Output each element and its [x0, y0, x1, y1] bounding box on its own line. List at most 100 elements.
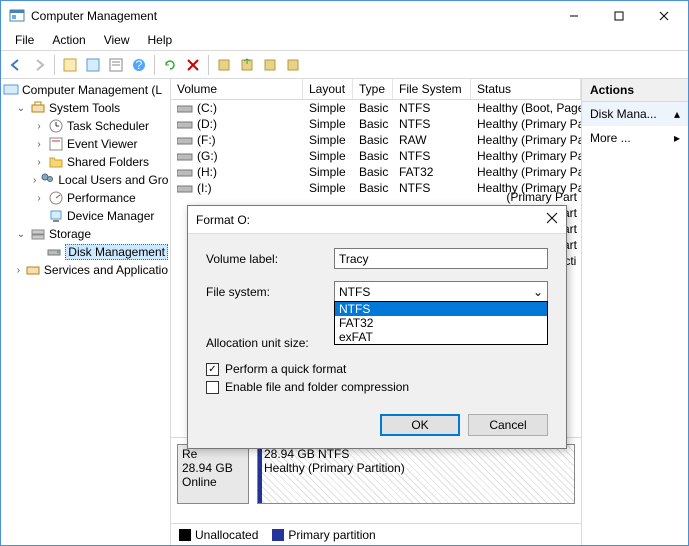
graphical-view[interactable]: Re 28.94 GB Online 28.94 GB NTFS Healthy…	[171, 437, 581, 523]
expand-icon[interactable]: ›	[33, 157, 45, 168]
actions-more[interactable]: More ...▸	[582, 126, 688, 150]
dialog-title: Format O:	[196, 213, 250, 227]
legend: Unallocated Primary partition	[171, 523, 581, 545]
disk-state: Online	[182, 475, 244, 489]
expand-icon[interactable]: ›	[33, 193, 45, 204]
tree-device-manager[interactable]: Device Manager	[1, 207, 170, 225]
toolbar: ?	[1, 51, 688, 79]
nav-tree[interactable]: Computer Management (L ⌄ System Tools ›T…	[1, 79, 171, 545]
back-button[interactable]	[5, 54, 27, 76]
help-button[interactable]: ?	[128, 54, 150, 76]
up-button[interactable]	[59, 54, 81, 76]
ok-button[interactable]: OK	[380, 414, 460, 436]
partition-state: Healthy (Primary Partition)	[264, 461, 568, 475]
menu-file[interactable]: File	[7, 31, 42, 50]
label-allocation: Allocation unit size:	[206, 336, 334, 350]
collapse-icon[interactable]: ⌄	[15, 103, 27, 114]
tree-root[interactable]: Computer Management (L	[1, 81, 170, 99]
folder-icon	[48, 154, 64, 170]
event-icon	[48, 136, 64, 152]
col-layout[interactable]: Layout	[303, 79, 353, 99]
forward-button[interactable]	[28, 54, 50, 76]
tree-task-scheduler[interactable]: ›Task Scheduler	[1, 117, 170, 135]
expand-icon[interactable]: ›	[15, 265, 22, 276]
users-icon	[39, 172, 55, 188]
expand-icon[interactable]: ›	[33, 121, 45, 132]
fs-option-fat32[interactable]: FAT32	[335, 316, 547, 330]
tool-button-1[interactable]	[213, 54, 235, 76]
table-row[interactable]: (F:)SimpleBasicRAWHealthy (Primary Part	[171, 132, 581, 148]
menu-view[interactable]: View	[96, 31, 138, 50]
menu-help[interactable]: Help	[140, 31, 181, 50]
disk-icon	[46, 244, 62, 260]
tree-services[interactable]: ›Services and Applicatio	[1, 261, 170, 279]
svg-text:?: ?	[136, 58, 143, 72]
app-icon	[9, 8, 25, 24]
tree-performance[interactable]: ›Performance	[1, 189, 170, 207]
properties-button[interactable]	[105, 54, 127, 76]
status-text: (Primary Part	[506, 189, 577, 205]
list-header[interactable]: Volume Layout Type File System Status	[171, 79, 581, 100]
fs-option-ntfs[interactable]: NTFS	[335, 302, 547, 316]
tool-button-4[interactable]	[282, 54, 304, 76]
actions-pane: Actions Disk Mana...▴ More ...▸	[582, 79, 688, 545]
device-icon	[48, 208, 64, 224]
checkbox-unchecked-icon	[206, 381, 219, 394]
fs-option-exfat[interactable]: exFAT	[335, 330, 547, 344]
view-button[interactable]	[82, 54, 104, 76]
col-status[interactable]: Status	[471, 79, 581, 99]
quick-format-checkbox[interactable]: ✓ Perform a quick format	[206, 362, 548, 376]
col-volume[interactable]: Volume	[171, 79, 303, 99]
legend-primary: Primary partition	[272, 528, 375, 542]
disk-label: Re	[182, 447, 244, 461]
filesystem-dropdown[interactable]: NTFS FAT32 exFAT	[334, 301, 548, 345]
compression-checkbox[interactable]: Enable file and folder compression	[206, 380, 548, 394]
cancel-button[interactable]: Cancel	[468, 414, 548, 436]
computer-icon	[3, 82, 19, 98]
tools-icon	[30, 100, 46, 116]
table-row[interactable]: (G:)SimpleBasicNTFSHealthy (Primary Part	[171, 148, 581, 164]
actions-disk-management[interactable]: Disk Mana...▴	[582, 102, 688, 126]
table-row[interactable]: (H:)SimpleBasicFAT32Healthy (Primary Par…	[171, 164, 581, 180]
tree-disk-management[interactable]: Disk Management	[1, 243, 170, 261]
services-icon	[25, 262, 41, 278]
close-button[interactable]	[641, 2, 686, 31]
title-bar: Computer Management	[1, 1, 688, 31]
dialog-close-button[interactable]	[546, 212, 558, 227]
checkbox-checked-icon: ✓	[206, 363, 219, 376]
partition-size: 28.94 GB NTFS	[264, 447, 568, 461]
clock-icon	[48, 118, 64, 134]
menu-action[interactable]: Action	[44, 31, 93, 50]
tool-button-3[interactable]	[259, 54, 281, 76]
collapse-icon: ▴	[674, 107, 680, 121]
refresh-button[interactable]	[159, 54, 181, 76]
delete-button[interactable]	[182, 54, 204, 76]
minimize-button[interactable]	[551, 2, 596, 31]
tree-shared-folders[interactable]: ›Shared Folders	[1, 153, 170, 171]
disk-info-box[interactable]: Re 28.94 GB Online	[177, 444, 249, 504]
table-row[interactable]: (D:)SimpleBasicNTFSHealthy (Primary Part	[171, 116, 581, 132]
tool-button-2[interactable]	[236, 54, 258, 76]
storage-icon	[30, 226, 46, 242]
col-filesystem[interactable]: File System	[393, 79, 471, 99]
format-dialog: Format O: Volume label: File system: NTF…	[187, 205, 567, 449]
filesystem-select[interactable]: NTFS ⌄	[334, 281, 548, 302]
expand-icon[interactable]: ›	[33, 139, 45, 150]
volume-label-input[interactable]	[334, 248, 548, 269]
tree-storage[interactable]: ⌄Storage	[1, 225, 170, 243]
window-title: Computer Management	[31, 9, 551, 23]
maximize-button[interactable]	[596, 2, 641, 31]
menu-bar: File Action View Help	[1, 31, 688, 51]
label-filesystem: File system:	[206, 285, 334, 299]
expand-icon[interactable]: ›	[33, 175, 36, 186]
tree-local-users[interactable]: ›Local Users and Gro	[1, 171, 170, 189]
dialog-titlebar[interactable]: Format O:	[188, 206, 566, 234]
legend-unallocated: Unallocated	[179, 528, 258, 542]
tree-event-viewer[interactable]: ›Event Viewer	[1, 135, 170, 153]
partition-box[interactable]: 28.94 GB NTFS Healthy (Primary Partition…	[257, 444, 575, 504]
actions-header: Actions	[582, 79, 688, 102]
table-row[interactable]: (C:)SimpleBasicNTFSHealthy (Boot, Page F	[171, 100, 581, 116]
collapse-icon[interactable]: ⌄	[15, 229, 27, 240]
tree-system-tools[interactable]: ⌄ System Tools	[1, 99, 170, 117]
col-type[interactable]: Type	[353, 79, 393, 99]
